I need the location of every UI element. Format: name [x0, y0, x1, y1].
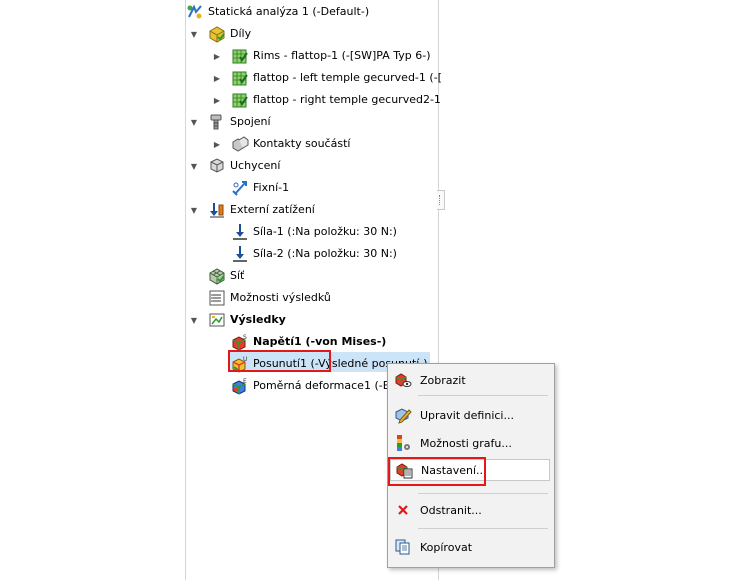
expand-arrow-icon[interactable]: ▶ [212, 73, 222, 83]
tree-fixture-item[interactable]: Fixní-1 [231, 178, 289, 198]
part-label: flattop - right temple gecurved2-1 [253, 93, 441, 106]
menu-item-label: Možnosti grafu... [420, 436, 512, 450]
force-arrow-icon [231, 223, 249, 241]
component-contact-icon [231, 135, 249, 153]
collapse-arrow-icon[interactable]: ▼ [189, 205, 199, 215]
tree-result-stress[interactable]: S Napětí1 (-von Mises-) [231, 332, 386, 352]
part-label: Rims - flattop-1 (-[SW]PA Typ 6-) [253, 49, 431, 62]
tree-component-contacts[interactable]: Kontakty součástí [231, 134, 350, 154]
tree-part-item[interactable]: Rims - flattop-1 (-[SW]PA Typ 6-) [231, 46, 431, 66]
parts-folder-icon [208, 25, 226, 43]
part-mesh-icon [231, 47, 249, 65]
fixtures-folder-label: Uchycení [230, 159, 281, 172]
menu-separator [418, 493, 548, 494]
chart-options-icon [394, 434, 412, 452]
tree-mesh[interactable]: Síť [208, 266, 244, 286]
component-contacts-label: Kontakty součástí [253, 137, 351, 150]
menu-item-label: Upravit definici... [420, 408, 514, 422]
settings-highlight-box [388, 457, 486, 486]
panel-splitter-handle[interactable] [437, 190, 445, 210]
expand-arrow-icon[interactable]: ▶ [212, 95, 222, 105]
mesh-label: Síť [230, 269, 245, 282]
expand-arrow-icon[interactable]: ▶ [212, 139, 222, 149]
tree-force-item[interactable]: Síla-2 (:Na položku: 30 N:) [231, 244, 397, 264]
study-title: Statická analýza 1 (-Default-) [208, 5, 370, 18]
menu-item-show[interactable]: Zobrazit [390, 369, 550, 391]
fixtures-folder-icon [208, 157, 226, 175]
results-folder-icon [208, 311, 226, 329]
collapse-arrow-icon[interactable]: ▼ [189, 161, 199, 171]
connections-folder-icon [208, 113, 226, 131]
menu-item-label: Kopírovat [420, 540, 473, 554]
force-label: Síla-1 (:Na položku: 30 N:) [253, 225, 397, 238]
tree-part-item[interactable]: flattop - right temple gecurved2-1 [231, 90, 441, 110]
menu-item-delete[interactable]: Odstranit... [390, 499, 550, 521]
tree-root-study[interactable]: Statická analýza 1 (-Default-) [186, 2, 369, 22]
tree-folder-parts[interactable]: Díly [208, 24, 251, 44]
external-loads-label: Externí zatížení [230, 203, 315, 216]
tree-folder-results[interactable]: Výsledky [208, 310, 286, 330]
fixture-label: Fixní-1 [253, 181, 290, 194]
svg-text:S: S [243, 334, 247, 341]
part-label: flattop - left temple gecurved-1 (-[ [253, 71, 442, 84]
strain-result-label: Poměrná deformace1 (-E [253, 379, 390, 392]
part-mesh-icon [231, 69, 249, 87]
tree-part-item[interactable]: flattop - left temple gecurved-1 (-[ [231, 68, 442, 88]
tree-result-strain[interactable]: E Poměrná deformace1 (-E [231, 376, 390, 396]
external-loads-icon [208, 201, 226, 219]
stress-plot-icon: S [231, 333, 249, 351]
collapse-arrow-icon[interactable]: ▼ [189, 315, 199, 325]
tree-result-options[interactable]: Možnosti výsledků [208, 288, 331, 308]
tree-force-item[interactable]: Síla-1 (:Na položku: 30 N:) [231, 222, 397, 242]
tree-folder-fixtures[interactable]: Uchycení [208, 156, 280, 176]
part-mesh-icon [231, 91, 249, 109]
static-study-icon [186, 3, 204, 21]
menu-separator [418, 528, 548, 529]
result-options-label: Možnosti výsledků [230, 291, 331, 304]
result-options-icon [208, 289, 226, 307]
results-folder-label: Výsledky [230, 313, 286, 326]
tree-folder-external-loads[interactable]: Externí zatížení [208, 200, 315, 220]
delete-x-icon [394, 501, 412, 519]
show-plot-icon [394, 371, 412, 389]
menu-item-label: Zobrazit [420, 373, 466, 387]
fixed-geometry-icon [231, 179, 249, 197]
strain-plot-icon: E [231, 377, 249, 395]
copy-icon [394, 538, 412, 556]
menu-item-chart-options[interactable]: Možnosti grafu... [390, 432, 550, 454]
stress-result-label: Napětí1 (-von Mises-) [253, 335, 387, 348]
expand-arrow-icon[interactable]: ▶ [212, 51, 222, 61]
tree-folder-connections[interactable]: Spojení [208, 112, 271, 132]
menu-separator [418, 395, 548, 396]
mesh-icon [208, 267, 226, 285]
edit-definition-icon [394, 406, 412, 424]
connections-folder-label: Spojení [230, 115, 271, 128]
displacement-highlight-box [228, 350, 331, 372]
menu-item-copy[interactable]: Kopírovat [390, 536, 550, 558]
menu-item-label: Odstranit... [420, 503, 482, 517]
force-arrow-icon [231, 245, 249, 263]
menu-item-edit-definition[interactable]: Upravit definici... [390, 404, 550, 426]
collapse-arrow-icon[interactable]: ▼ [189, 117, 199, 127]
parts-folder-label: Díly [230, 27, 252, 40]
force-label: Síla-2 (:Na položku: 30 N:) [253, 247, 397, 260]
svg-text:E: E [243, 378, 247, 385]
collapse-arrow-icon[interactable]: ▼ [189, 29, 199, 39]
